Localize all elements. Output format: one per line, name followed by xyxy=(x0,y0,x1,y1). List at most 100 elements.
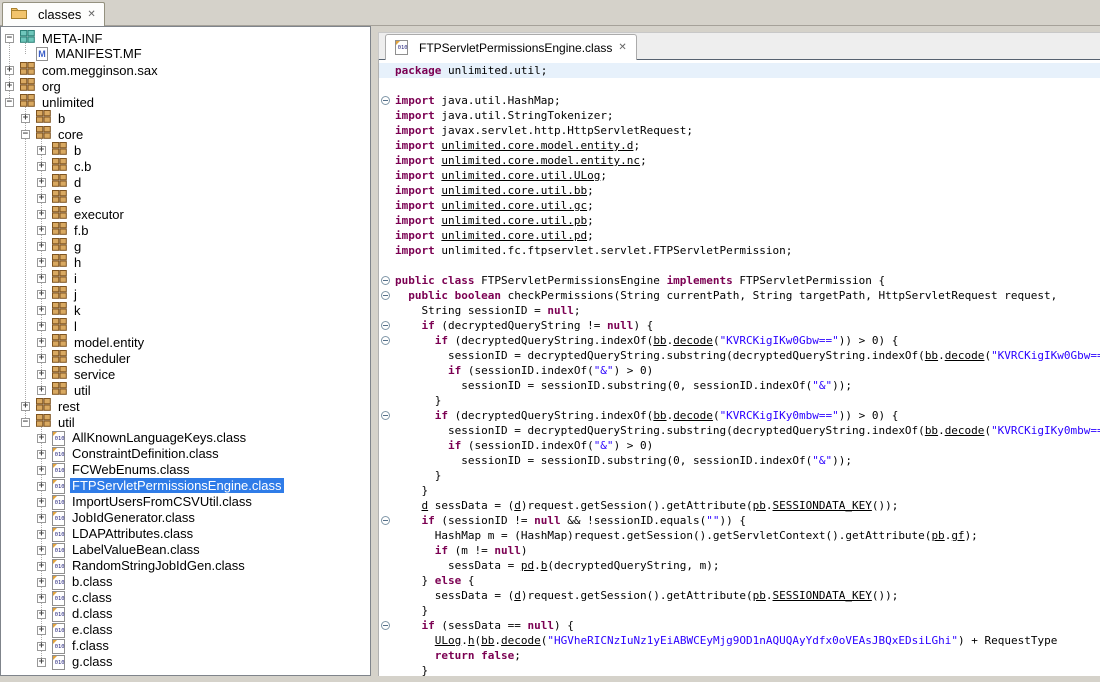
code-line[interactable]: import unlimited.core.util.bb; xyxy=(379,183,1100,198)
code-line[interactable]: if (sessionID.indexOf("&") > 0) xyxy=(379,363,1100,378)
expand-toggle[interactable]: + xyxy=(37,194,46,203)
tree-item-labelvaluebean-class[interactable]: +010LabelValueBean.class xyxy=(1,542,370,558)
code-line[interactable]: return false; xyxy=(379,648,1100,663)
code-line[interactable]: import unlimited.core.model.entity.d; xyxy=(379,138,1100,153)
tree-item-j[interactable]: +j xyxy=(1,286,370,302)
code-line[interactable]: import unlimited.core.util.gc; xyxy=(379,198,1100,213)
expand-toggle[interactable]: + xyxy=(37,434,46,443)
code-line[interactable]: import unlimited.core.util.pb; xyxy=(379,213,1100,228)
expand-toggle[interactable]: + xyxy=(37,546,46,555)
code-line[interactable]: if (decryptedQueryString.indexOf(bb.deco… xyxy=(379,333,1100,348)
code-line[interactable]: String sessionID = null; xyxy=(379,303,1100,318)
expand-toggle[interactable]: + xyxy=(37,642,46,651)
code-line[interactable]: sessData = (d)request.getSession().getAt… xyxy=(379,588,1100,603)
code-line[interactable]: import java.util.StringTokenizer; xyxy=(379,108,1100,123)
expand-toggle[interactable]: + xyxy=(37,578,46,587)
code-line[interactable]: import java.util.HashMap; xyxy=(379,93,1100,108)
tree-item-l[interactable]: +l xyxy=(1,318,370,334)
expand-toggle[interactable]: + xyxy=(37,450,46,459)
code-line[interactable]: import javax.servlet.http.HttpServletReq… xyxy=(379,123,1100,138)
tree-item-com-megginson-sax[interactable]: +com.megginson.sax xyxy=(1,62,370,78)
tree-item-org[interactable]: +org xyxy=(1,78,370,94)
code-line[interactable]: if (sessData == null) { xyxy=(379,618,1100,633)
fold-collapse-icon[interactable] xyxy=(381,411,390,420)
collapse-toggle[interactable]: − xyxy=(5,98,14,107)
code-line[interactable]: } xyxy=(379,663,1100,676)
expand-toggle[interactable]: + xyxy=(37,610,46,619)
tree-item-allknownlanguagekeys-class[interactable]: +010AllKnownLanguageKeys.class xyxy=(1,430,370,446)
tree-item-jobidgenerator-class[interactable]: +010JobIdGenerator.class xyxy=(1,510,370,526)
tree-item-util[interactable]: −util xyxy=(1,414,370,430)
expand-toggle[interactable]: + xyxy=(37,562,46,571)
code-line[interactable]: public boolean checkPermissions(String c… xyxy=(379,288,1100,303)
expand-toggle[interactable]: + xyxy=(37,210,46,219)
code-line[interactable]: HashMap m = (HashMap)request.getSession(… xyxy=(379,528,1100,543)
expand-toggle[interactable]: + xyxy=(37,626,46,635)
tree-item-g[interactable]: +g xyxy=(1,238,370,254)
tree-item-f-class[interactable]: +010f.class xyxy=(1,638,370,654)
tree-item-meta-inf[interactable]: −META-INF xyxy=(1,30,370,46)
fold-collapse-icon[interactable] xyxy=(381,276,390,285)
tree-item-d-class[interactable]: +010d.class xyxy=(1,606,370,622)
expand-toggle[interactable]: + xyxy=(5,66,14,75)
expand-toggle[interactable]: + xyxy=(37,354,46,363)
code-line[interactable] xyxy=(379,78,1100,93)
expand-toggle[interactable]: + xyxy=(37,258,46,267)
tree-item-e-class[interactable]: +010e.class xyxy=(1,622,370,638)
tab-class-file[interactable]: 010 FTPServletPermissionsEngine.class ✕ xyxy=(385,34,637,60)
code-line[interactable]: import unlimited.core.util.pd; xyxy=(379,228,1100,243)
code-line[interactable]: if (decryptedQueryString != null) { xyxy=(379,318,1100,333)
code-line[interactable]: d sessData = (d)request.getSession().get… xyxy=(379,498,1100,513)
expand-toggle[interactable]: + xyxy=(21,402,30,411)
expand-toggle[interactable]: + xyxy=(37,178,46,187)
tree-item-importusersfromcsvutil-class[interactable]: +010ImportUsersFromCSVUtil.class xyxy=(1,494,370,510)
code-line[interactable]: if (sessionID != null && !sessionID.equa… xyxy=(379,513,1100,528)
code-line[interactable]: sessionID = decryptedQueryString.substri… xyxy=(379,423,1100,438)
code-line[interactable]: } xyxy=(379,468,1100,483)
tab-class-file-close-icon[interactable]: ✕ xyxy=(618,43,626,53)
tree-item-b-class[interactable]: +010b.class xyxy=(1,574,370,590)
tree-item-core[interactable]: −core xyxy=(1,126,370,142)
code-line[interactable]: package unlimited.util; xyxy=(379,63,1100,78)
expand-toggle[interactable]: + xyxy=(37,466,46,475)
tree-item-unlimited[interactable]: −unlimited xyxy=(1,94,370,110)
tree-item-g-class[interactable]: +010g.class xyxy=(1,654,370,670)
tree-item-i[interactable]: +i xyxy=(1,270,370,286)
code-line[interactable]: import unlimited.core.model.entity.nc; xyxy=(379,153,1100,168)
tree-item-b[interactable]: +b xyxy=(1,110,370,126)
fold-collapse-icon[interactable] xyxy=(381,291,390,300)
code-line[interactable]: } xyxy=(379,393,1100,408)
tree-item-b[interactable]: +b xyxy=(1,142,370,158)
code-line[interactable]: sessionID = decryptedQueryString.substri… xyxy=(379,348,1100,363)
code-line[interactable]: if (m != null) xyxy=(379,543,1100,558)
code-line[interactable] xyxy=(379,258,1100,273)
tree-item-e[interactable]: +e xyxy=(1,190,370,206)
code-editor[interactable]: package unlimited.util; import java.util.… xyxy=(378,60,1100,676)
tree-item-c-class[interactable]: +010c.class xyxy=(1,590,370,606)
code-line[interactable]: sessionID = sessionID.substring(0, sessi… xyxy=(379,453,1100,468)
tree-item-model-entity[interactable]: +model.entity xyxy=(1,334,370,350)
fold-collapse-icon[interactable] xyxy=(381,321,390,330)
tab-classes-close-icon[interactable]: ✕ xyxy=(87,10,95,20)
code-line[interactable]: import unlimited.core.util.ULog; xyxy=(379,168,1100,183)
tree-item-scheduler[interactable]: +scheduler xyxy=(1,350,370,366)
code-line[interactable]: sessionID = sessionID.substring(0, sessi… xyxy=(379,378,1100,393)
expand-toggle[interactable]: + xyxy=(37,514,46,523)
tree-item-c-b[interactable]: +c.b xyxy=(1,158,370,174)
tree-item-h[interactable]: +h xyxy=(1,254,370,270)
splitter[interactable] xyxy=(371,26,378,676)
code-line[interactable]: if (sessionID.indexOf("&") > 0) xyxy=(379,438,1100,453)
expand-toggle[interactable]: + xyxy=(37,370,46,379)
tree-item-k[interactable]: +k xyxy=(1,302,370,318)
code-line[interactable]: } else { xyxy=(379,573,1100,588)
expand-toggle[interactable]: + xyxy=(37,338,46,347)
tree-item-f-b[interactable]: +f.b xyxy=(1,222,370,238)
tree-item-ldapattributes-class[interactable]: +010LDAPAttributes.class xyxy=(1,526,370,542)
fold-collapse-icon[interactable] xyxy=(381,621,390,630)
expand-toggle[interactable]: + xyxy=(37,242,46,251)
expand-toggle[interactable]: + xyxy=(37,386,46,395)
tree-item-service[interactable]: +service xyxy=(1,366,370,382)
tab-classes[interactable]: classes ✕ xyxy=(2,2,105,26)
expand-toggle[interactable]: + xyxy=(37,306,46,315)
tree-item-util[interactable]: +util xyxy=(1,382,370,398)
